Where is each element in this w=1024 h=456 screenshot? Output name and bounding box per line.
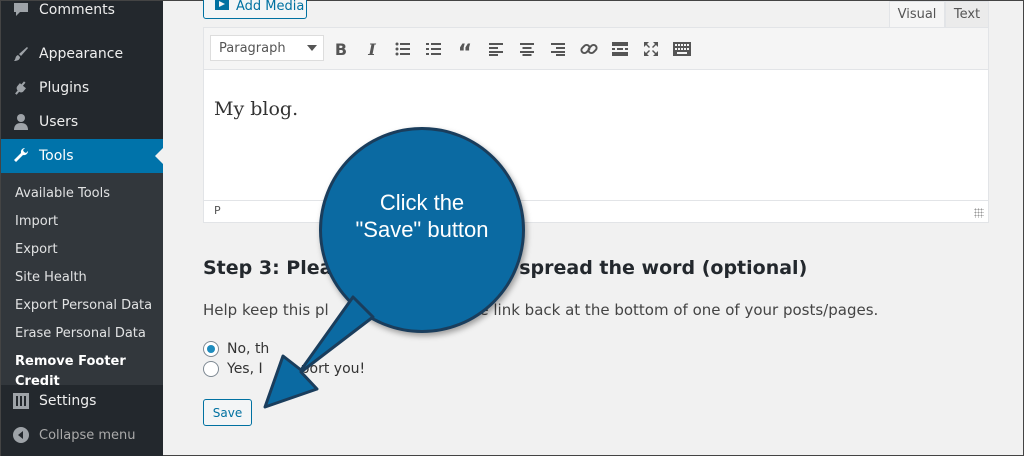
fullscreen-button[interactable]: [638, 36, 664, 62]
submenu-item-erase-personal-data[interactable]: Erase Personal Data: [15, 324, 146, 344]
toolbar-toggle-button[interactable]: [669, 36, 695, 62]
radio-yes[interactable]: [203, 361, 219, 377]
bullet-list-icon: [395, 42, 410, 56]
numbered-list-button[interactable]: [421, 36, 447, 62]
step-3-heading-right: and spread the word (optional): [472, 257, 808, 279]
submenu-item-site-health[interactable]: Site Health: [15, 268, 87, 288]
bold-button[interactable]: B: [328, 36, 354, 62]
submenu-item-import[interactable]: Import: [15, 212, 58, 232]
editor-toolbar: Paragraph B I “: [204, 28, 988, 70]
comment-icon: [11, 0, 31, 20]
submenu-item-available-tools[interactable]: Available Tools: [15, 184, 110, 204]
editor-content[interactable]: My blog.: [214, 98, 298, 120]
blockquote-button[interactable]: “: [452, 36, 478, 66]
submenu-item-export[interactable]: Export: [15, 240, 58, 260]
sidebar-item-users[interactable]: Users: [1, 105, 163, 139]
tab-visual[interactable]: Visual: [889, 1, 945, 27]
sidebar-item-label: Plugins: [39, 80, 90, 96]
link-icon: [580, 43, 598, 55]
tab-text[interactable]: Text: [945, 1, 989, 27]
wrench-icon: [11, 146, 31, 166]
sidebar-item-label: Tools: [39, 148, 74, 164]
align-center-button[interactable]: [514, 36, 540, 62]
keyboard-icon: [673, 42, 691, 56]
align-left-icon: [489, 43, 503, 56]
align-center-icon: [520, 43, 534, 56]
settings-icon: [11, 391, 31, 411]
element-path[interactable]: P: [214, 204, 221, 217]
submenu-item-export-personal-data[interactable]: Export Personal Data: [15, 296, 152, 316]
collapse-menu-button[interactable]: Collapse menu: [1, 418, 163, 452]
collapse-menu-label: Collapse menu: [39, 427, 136, 443]
option-yes[interactable]: Yes, I port you!: [203, 361, 365, 377]
save-button[interactable]: Save: [203, 399, 252, 426]
sidebar-item-label: Appearance: [39, 46, 124, 62]
admin-sidebar: Comments Appearance Plugins Users Tools …: [1, 1, 163, 456]
add-media-button[interactable]: Add Media: [203, 0, 307, 19]
sidebar-item-tools[interactable]: Tools: [1, 139, 163, 173]
option-no[interactable]: No, th: [203, 341, 269, 357]
sidebar-item-plugins[interactable]: Plugins: [1, 71, 163, 105]
insert-link-button[interactable]: [576, 36, 602, 62]
align-left-button[interactable]: [483, 36, 509, 62]
sidebar-item-label: Settings: [39, 393, 97, 409]
chevron-down-icon: [307, 45, 317, 51]
fullscreen-icon: [644, 42, 658, 56]
sidebar-item-settings[interactable]: Settings: [1, 384, 163, 418]
sidebar-item-appearance[interactable]: Appearance: [1, 37, 163, 71]
radio-no[interactable]: [203, 341, 219, 357]
align-right-button[interactable]: [545, 36, 571, 62]
collapse-icon: [11, 425, 31, 445]
media-icon: [214, 0, 230, 15]
option-yes-label-left: Yes, I: [227, 361, 263, 377]
sidebar-item-comments[interactable]: Comments: [1, 0, 163, 27]
post-editor: Paragraph B I “ My blog. P: [203, 27, 989, 223]
bold-icon: B: [334, 39, 348, 59]
submenu-item-remove-footer-credit[interactable]: Remove Footer Credit: [15, 352, 163, 389]
add-media-label: Add Media: [236, 0, 305, 14]
callout-bubble: Click the "Save" button: [319, 127, 525, 333]
user-icon: [11, 112, 31, 132]
read-more-button[interactable]: [607, 36, 633, 62]
sidebar-item-label: Comments: [39, 2, 115, 18]
format-select-value: Paragraph: [219, 40, 286, 56]
read-more-icon: [612, 42, 628, 56]
paintbrush-icon: [11, 44, 31, 64]
option-yes-label-right: port you!: [300, 361, 366, 377]
resize-grip-icon[interactable]: [974, 208, 984, 218]
callout-text: Click the "Save" button: [355, 190, 489, 242]
align-right-icon: [551, 43, 565, 56]
italic-button[interactable]: I: [359, 36, 385, 62]
numbered-list-icon: [426, 43, 441, 55]
tools-submenu: Available Tools Import Export Site Healt…: [1, 173, 163, 389]
quote-icon: “: [457, 40, 473, 66]
option-no-label: No, th: [227, 341, 270, 357]
sidebar-item-label: Users: [39, 114, 79, 130]
bullet-list-button[interactable]: [390, 36, 416, 62]
help-text: Help keep this pl one link back at the bo…: [203, 301, 878, 319]
help-text-left: Help keep this pl: [203, 301, 329, 319]
format-select[interactable]: Paragraph: [210, 35, 324, 61]
plugin-icon: [11, 78, 31, 98]
help-text-right: one link back at the bottom of one of yo…: [460, 301, 879, 319]
italic-icon: I: [368, 39, 376, 59]
